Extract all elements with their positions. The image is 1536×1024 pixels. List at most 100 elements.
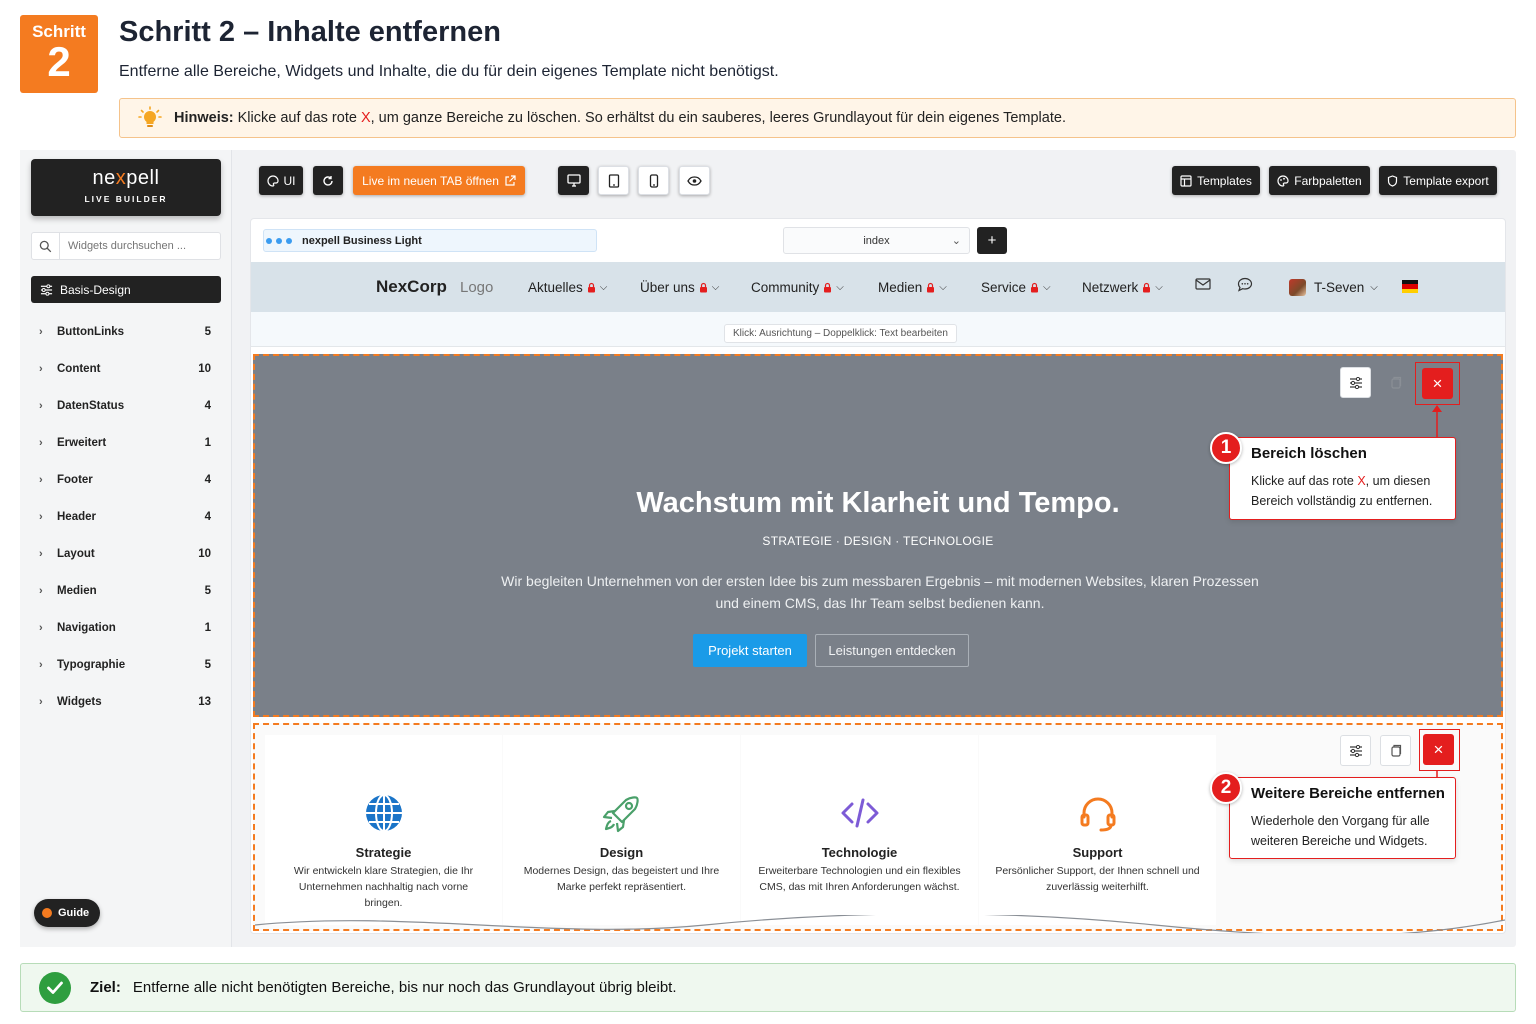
sliders-icon: [40, 283, 53, 296]
category-label: Widgets: [57, 695, 102, 708]
category-item[interactable]: › Layout 10: [31, 535, 221, 572]
guide-button[interactable]: Guide: [34, 899, 100, 927]
section-settings-button[interactable]: [1340, 735, 1371, 766]
goal-label: Ziel:: [90, 979, 121, 996]
feature-text: Erweiterbare Technologien und ein flexib…: [758, 865, 961, 893]
color-palettes-button[interactable]: Farbpaletten: [1269, 166, 1370, 195]
nav-item-aktuelles[interactable]: Aktuelles ⌵: [528, 280, 607, 295]
sliders-icon: [1349, 376, 1362, 389]
discover-services-button[interactable]: Leistungen entdecken: [815, 634, 969, 667]
templates-button[interactable]: Templates: [1172, 166, 1260, 195]
category-item[interactable]: › Typographie 5: [31, 646, 221, 683]
chevron-right-icon: ›: [39, 473, 43, 486]
ui-label: UI: [283, 173, 296, 188]
arrow-connector: [1432, 405, 1442, 438]
template-export-button[interactable]: Template export: [1379, 166, 1497, 195]
category-item[interactable]: › ButtonLinks 5: [31, 313, 221, 350]
page-select[interactable]: index ⌄: [783, 227, 970, 254]
lock-icon: [699, 282, 707, 292]
category-item[interactable]: › Content 10: [31, 350, 221, 387]
category-item[interactable]: › Footer 4: [31, 461, 221, 498]
goal-text: Entferne alle nicht benötigten Bereiche,…: [132, 979, 677, 996]
nav-item-community[interactable]: Community ⌵: [751, 280, 844, 295]
code-icon: [841, 798, 878, 828]
section-copy-button[interactable]: [1380, 735, 1411, 766]
category-count: 1: [204, 436, 211, 449]
feature-card[interactable]: Technologie Erweiterbare Technologien un…: [741, 735, 978, 925]
feature-card[interactable]: Support Persönlicher Support, der Ihnen …: [979, 735, 1216, 925]
brand-x: x: [115, 167, 127, 189]
step-description: Entferne alle Bereiche, Widgets und Inha…: [119, 63, 779, 80]
category-label: Medien: [57, 584, 97, 597]
category-count: 5: [204, 325, 211, 338]
globe-icon: [365, 794, 402, 832]
chevron-right-icon: ›: [39, 325, 43, 338]
category-item[interactable]: › Erweitert 1: [31, 424, 221, 461]
feature-card[interactable]: Design Modernes Design, das begeistert u…: [503, 735, 740, 925]
german-flag-icon[interactable]: [1402, 280, 1418, 293]
sliders-icon: [1349, 744, 1362, 757]
delete-section-button[interactable]: ×: [1423, 734, 1454, 765]
hero-kicker[interactable]: STRATEGIE · DESIGN · TECHNOLOGIE: [255, 534, 1501, 548]
eye-icon: [687, 175, 702, 186]
guide-label: Guide: [58, 907, 90, 919]
desktop-icon: [566, 174, 581, 187]
nav-label: Über uns: [640, 279, 695, 295]
export-label: Template export: [1403, 173, 1489, 188]
category-item[interactable]: › Widgets 13: [31, 683, 221, 720]
chat-icon[interactable]: [1237, 277, 1253, 292]
desktop-view-button[interactable]: [558, 166, 589, 195]
chevron-down-icon: ⌄: [951, 235, 961, 247]
edit-hint-strip: Klick: Ausrichtung – Doppelklick: Text b…: [251, 312, 1505, 347]
user-menu[interactable]: T-Seven ⌵: [1289, 278, 1378, 296]
chevron-down-icon: ⌵: [1370, 281, 1378, 293]
chevron-down-icon: ⌵: [1155, 281, 1163, 293]
category-count: 13: [198, 695, 211, 708]
nav-item-ueber-uns[interactable]: Über uns ⌵: [640, 280, 719, 295]
status-dot: [42, 908, 52, 918]
nav-item-medien[interactable]: Medien ⌵: [878, 280, 947, 295]
mail-icon[interactable]: [1195, 278, 1211, 290]
chevron-right-icon: ›: [39, 695, 43, 708]
feature-title: Technologie: [821, 845, 898, 860]
nav-item-netzwerk[interactable]: Netzwerk ⌵: [1082, 280, 1163, 295]
section-copy-button[interactable]: [1380, 367, 1411, 398]
add-page-button[interactable]: +: [977, 227, 1007, 254]
project-start-button[interactable]: Projekt starten: [693, 634, 807, 667]
brand-suffix: pell: [126, 167, 160, 189]
preview-toggle-button[interactable]: [679, 166, 710, 195]
lock-icon: [1031, 282, 1039, 292]
widget-search[interactable]: [31, 232, 221, 260]
category-count: 4: [204, 510, 211, 523]
nav-item-service[interactable]: Service ⌵: [981, 280, 1051, 295]
tablet-view-button[interactable]: [598, 166, 629, 195]
category-item[interactable]: › DatenStatus 4: [31, 387, 221, 424]
reload-button[interactable]: [313, 166, 343, 195]
search-input[interactable]: [60, 233, 220, 259]
category-item[interactable]: › Medien 5: [31, 572, 221, 609]
delete-section-button[interactable]: ×: [1422, 368, 1453, 399]
callout-delete-section: 1 Bereich löschen Klicke auf das rote X,…: [1210, 432, 1456, 520]
ui-button[interactable]: UI: [259, 166, 303, 195]
open-live-tab-button[interactable]: Live im neuen TAB öffnen: [353, 166, 525, 195]
category-label: Content: [57, 362, 101, 375]
feature-text: Wir entwickeln klare Strategien, die Ihr…: [293, 865, 474, 909]
chevron-right-icon: ›: [39, 621, 43, 634]
chevron-right-icon: ›: [39, 547, 43, 560]
chevron-down-icon: ⌵: [599, 281, 608, 293]
category-label: DatenStatus: [57, 399, 125, 412]
mobile-view-button[interactable]: [638, 166, 669, 195]
chevron-down-icon: ⌵: [1043, 281, 1051, 293]
callout-red-x: X: [1357, 474, 1366, 488]
chevron-right-icon: ›: [39, 399, 43, 412]
feature-card[interactable]: Strategie Wir entwickeln klare Strategie…: [265, 735, 502, 925]
hero-section[interactable]: Wachstum mit Klarheit und Tempo. STRATEG…: [253, 354, 1503, 717]
category-item[interactable]: › Navigation 1: [31, 609, 221, 646]
category-label: Erweitert: [57, 436, 107, 449]
chevron-down-icon: ⌵: [939, 281, 947, 293]
category-item[interactable]: › Header 4: [31, 498, 221, 535]
sidebar-item-basis-design[interactable]: Basis-Design: [31, 276, 221, 303]
section-settings-button[interactable]: [1340, 367, 1371, 398]
hero-lead[interactable]: Wir begleiten Unternehmen von der ersten…: [495, 570, 1265, 614]
site-logo[interactable]: NexCorp: [376, 277, 447, 297]
